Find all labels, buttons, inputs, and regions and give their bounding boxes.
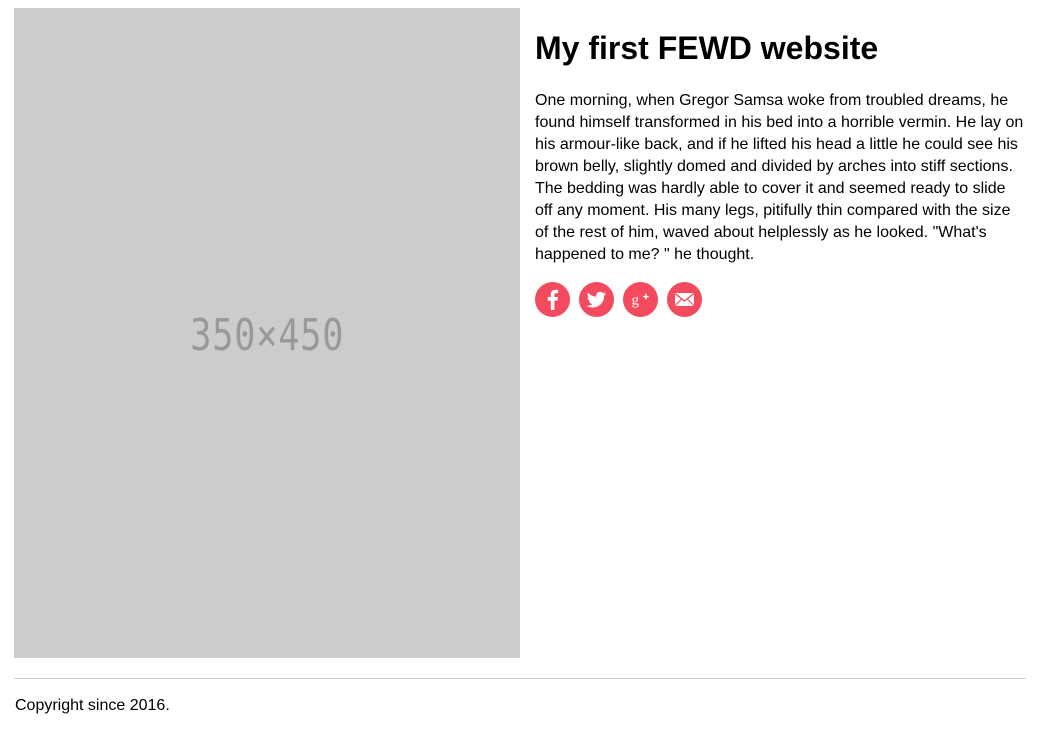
footer-copyright: Copyright since 2016. bbox=[15, 697, 170, 714]
footer-divider bbox=[14, 678, 1026, 679]
main-content: My first FEWD website One morning, when … bbox=[535, 28, 1025, 317]
google-plus-button[interactable]: g bbox=[623, 282, 658, 317]
facebook-icon bbox=[547, 289, 559, 310]
email-button[interactable] bbox=[667, 282, 702, 317]
hero-image-placeholder: 350×450 bbox=[14, 8, 520, 658]
twitter-button[interactable] bbox=[579, 282, 614, 317]
page: 350×450 My first FEWD website One mornin… bbox=[0, 0, 1040, 740]
page-title: My first FEWD website bbox=[535, 30, 879, 66]
svg-text:g: g bbox=[632, 293, 640, 309]
placeholder-dimensions-label: 350×450 bbox=[190, 309, 344, 361]
intro-paragraph: One morning, when Gregor Samsa woke from… bbox=[535, 92, 1024, 263]
social-links: g bbox=[535, 282, 1025, 317]
twitter-icon bbox=[586, 291, 606, 308]
facebook-button[interactable] bbox=[535, 282, 570, 317]
google-plus-icon: g bbox=[632, 293, 649, 309]
email-icon bbox=[675, 293, 694, 306]
